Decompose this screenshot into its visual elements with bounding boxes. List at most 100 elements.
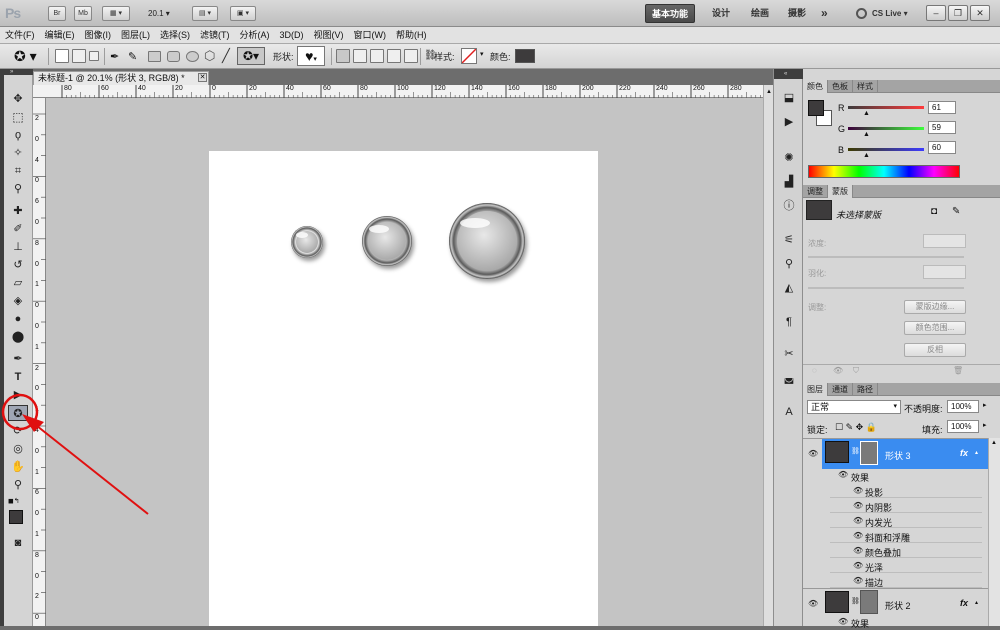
character-panel-icon[interactable]: A	[781, 405, 797, 419]
visibility-mask-icon[interactable]: 👁	[833, 366, 843, 375]
effect-eye-icon[interactable]: 👁	[853, 531, 863, 540]
menu-window[interactable]: 窗口(W)	[349, 27, 392, 44]
blend-mode-select[interactable]: 正常 ▾	[807, 400, 901, 414]
menu-image[interactable]: 图像(I)	[80, 27, 117, 44]
pixel-mask-icon[interactable]: ◘	[931, 206, 937, 217]
pen-icon[interactable]: ✒	[110, 50, 119, 63]
color-swatch[interactable]	[515, 49, 535, 63]
style-dropdown-arrow[interactable]: ▾	[480, 50, 484, 58]
more-workspaces-button[interactable]: »	[815, 4, 834, 23]
tab-styles[interactable]: 样式	[853, 80, 878, 93]
pen-tool-icon[interactable]: ✒	[9, 351, 27, 367]
r-slider-handle[interactable]: ▲	[863, 110, 870, 117]
tab-adjustments[interactable]: 调整	[803, 185, 828, 198]
effect-eye-icon[interactable]: 👁	[853, 516, 863, 525]
move-tool-icon[interactable]: ✥	[9, 91, 27, 107]
workspace-design[interactable]: 设计	[706, 4, 736, 23]
paths-mode[interactable]	[72, 49, 86, 63]
layer2-visibility-eye-icon[interactable]: 👁	[808, 599, 818, 608]
workspace-painting[interactable]: 绘画	[745, 4, 775, 23]
rounded-rectangle-icon[interactable]	[167, 51, 180, 62]
eyedropper-icon[interactable]: ⚲	[9, 181, 27, 197]
g-slider[interactable]	[848, 127, 924, 130]
layers-scrollbar[interactable]: ▲	[988, 438, 1000, 626]
layer2-fx-icon[interactable]: fx	[960, 598, 968, 608]
workspace-photography[interactable]: 摄影	[782, 4, 812, 23]
marquee-tool-icon[interactable]: ⬚	[9, 109, 27, 125]
delete-mask-icon[interactable]: 🗑	[953, 366, 963, 375]
new-shape-layer-icon[interactable]	[336, 49, 350, 63]
layer3-fx-icon[interactable]: fx	[960, 448, 968, 458]
menu-view[interactable]: 视图(V)	[309, 27, 349, 44]
minibridge-button[interactable]: Mb	[74, 6, 92, 21]
tools-collapse-arrows[interactable]: »	[4, 69, 33, 75]
g-value[interactable]: 59	[928, 121, 956, 134]
lasso-tool-icon[interactable]: ϙ	[9, 127, 27, 143]
brush-tool-icon[interactable]: ✐	[9, 221, 27, 237]
shape-picker[interactable]: ♥▾	[297, 46, 325, 66]
shape-layers-mode[interactable]	[55, 49, 69, 63]
custom-shape-icon[interactable]: ✪▾	[237, 47, 265, 65]
tab-layers[interactable]: 图层	[803, 383, 828, 396]
fill-pixels-mode[interactable]	[89, 51, 99, 61]
effect-eye-icon[interactable]: 👁	[853, 561, 863, 570]
restore-button[interactable]: ❐	[948, 5, 968, 21]
histogram-panel-icon[interactable]: ▟	[781, 175, 797, 189]
dodge-tool-icon[interactable]: ⬤	[9, 329, 27, 345]
effect-eye-icon[interactable]: 👁	[853, 486, 863, 495]
screen-mode-button[interactable]: ▣ ▾	[230, 6, 256, 21]
info-panel-icon[interactable]: ⓘ	[781, 199, 797, 213]
view-extras-button[interactable]: ▦ ▾	[102, 6, 130, 21]
layer3-fx-toggle[interactable]: ▴	[975, 449, 978, 456]
clone-source-icon[interactable]: ⚲	[781, 257, 797, 271]
color-spectrum-bar[interactable]	[808, 165, 960, 178]
r-slider[interactable]	[848, 106, 924, 109]
layer3-visibility-eye-icon[interactable]: 👁	[808, 449, 818, 458]
vector-mask-icon[interactable]: ✎	[952, 206, 960, 217]
tab-channels[interactable]: 通道	[828, 383, 853, 396]
ellipse-icon[interactable]	[186, 51, 199, 62]
tab-color[interactable]: 颜色	[803, 80, 828, 93]
close-document-icon[interactable]: ✕	[198, 73, 207, 82]
type-tool-icon[interactable]: T	[9, 369, 27, 385]
blur-tool-icon[interactable]: ●	[9, 311, 27, 327]
layer2-vector-mask[interactable]	[860, 590, 878, 614]
tab-masks[interactable]: 蒙版	[828, 185, 853, 198]
navigator-panel-icon[interactable]: ✺	[781, 151, 797, 165]
g-slider-handle[interactable]: ▲	[863, 131, 870, 138]
freeform-pen-icon[interactable]: ✎	[128, 50, 137, 63]
b-value[interactable]: 60	[928, 141, 956, 154]
invert-button[interactable]: 反相	[904, 343, 966, 357]
menu-select[interactable]: 选择(S)	[155, 27, 195, 44]
b-slider[interactable]	[848, 148, 924, 151]
polygon-icon[interactable]: ⬡	[204, 48, 215, 64]
eraser-icon[interactable]: ▱	[9, 275, 27, 291]
feather-slider[interactable]	[808, 287, 964, 289]
tab-paths[interactable]: 路径	[853, 383, 878, 396]
color-panel-foreground[interactable]	[808, 100, 824, 116]
brush-presets-icon[interactable]: ⚟	[781, 233, 797, 247]
clone-stamp-icon[interactable]: ⊥	[9, 239, 27, 255]
effects-visibility-eye-icon[interactable]: 👁	[838, 470, 848, 479]
exclude-shape-icon[interactable]	[404, 49, 418, 63]
tab-swatches[interactable]: 色板	[828, 80, 853, 93]
intersect-shape-icon[interactable]	[387, 49, 401, 63]
menu-edit[interactable]: 编辑(E)	[40, 27, 80, 44]
arrange-documents-button[interactable]: ▤ ▾	[192, 6, 218, 21]
document-canvas[interactable]	[209, 151, 598, 626]
mask-edge-button[interactable]: 蒙版边缘...	[904, 300, 966, 314]
menu-analysis[interactable]: 分析(A)	[235, 27, 275, 44]
effect-eye-icon[interactable]: 👁	[853, 501, 863, 510]
vertical-scrollbar[interactable]: ▲	[763, 85, 773, 626]
apply-mask-icon[interactable]: ⛉	[853, 366, 859, 376]
load-selection-icon[interactable]: ◌	[812, 366, 817, 375]
minimize-button[interactable]: –	[926, 5, 946, 21]
layer2-name[interactable]: 形状 2	[885, 599, 911, 612]
healing-brush-icon[interactable]: ✚	[9, 203, 27, 219]
layers-scroll-up[interactable]: ▲	[991, 440, 997, 446]
3d-panel-icon[interactable]: ✂	[781, 347, 797, 361]
add-to-shape-icon[interactable]	[353, 49, 367, 63]
r-value[interactable]: 61	[928, 101, 956, 114]
opacity-dropdown[interactable]: ▸	[983, 401, 987, 409]
layer-comps-icon[interactable]: ◛	[781, 371, 797, 385]
